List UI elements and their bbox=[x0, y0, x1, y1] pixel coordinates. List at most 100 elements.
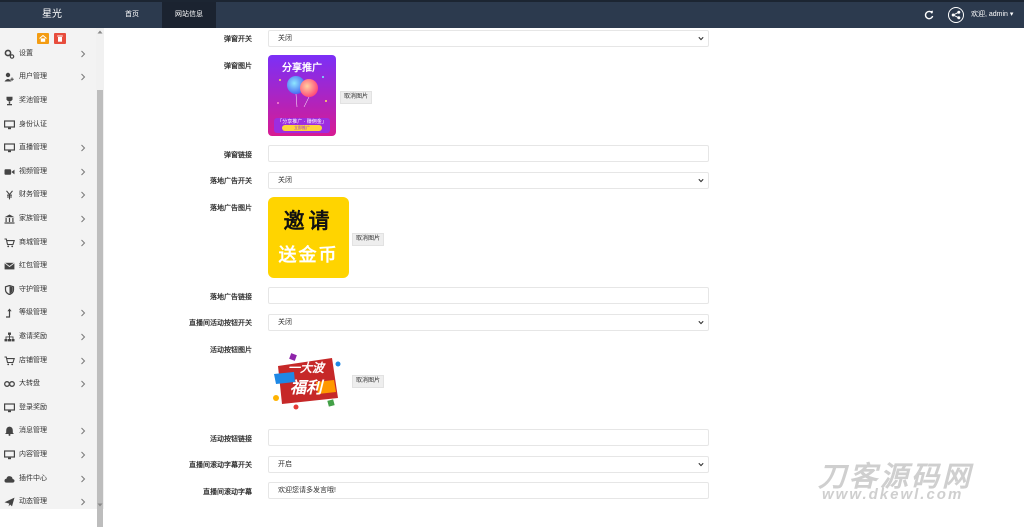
sidebar-item-moments[interactable]: 动态管理 bbox=[0, 490, 96, 509]
sidebar-item-guard[interactable]: 守护管理 bbox=[0, 278, 96, 302]
select-value: 关闭 bbox=[278, 177, 292, 184]
scroll-up-arrow-icon[interactable] bbox=[97, 29, 103, 35]
cart-icon bbox=[4, 356, 15, 365]
sidebar-item-red-envelope[interactable]: 红包管理 bbox=[0, 254, 96, 278]
activity-image-cancel-button[interactable]: 取消图片 bbox=[352, 375, 385, 388]
activity-switch-select[interactable]: 关闭 bbox=[268, 314, 709, 331]
sidebar-item-label: 大转盘 bbox=[19, 380, 40, 388]
scroll-down-arrow-icon[interactable] bbox=[97, 502, 103, 508]
landing-switch-label: 落地广告开关 bbox=[210, 178, 252, 185]
marquee-switch-select[interactable]: 开启 bbox=[268, 456, 709, 473]
sidebar-item-label: 登录奖励 bbox=[19, 403, 47, 411]
landing-switch-select[interactable]: 关闭 bbox=[268, 172, 709, 189]
input-value: 欢迎您请多发言哦! bbox=[278, 487, 336, 494]
sidebar-item-label: 插件中心 bbox=[19, 474, 47, 482]
activity-link-input[interactable] bbox=[268, 429, 709, 446]
tab-site-info[interactable]: 网站信息 bbox=[162, 2, 216, 28]
sidebar-item-label: 视频管理 bbox=[19, 167, 47, 175]
popup-image-button-text: 立即推广 bbox=[294, 125, 310, 130]
sidebar-item-settings[interactable]: 设置 bbox=[0, 42, 96, 66]
sidebar-item-live[interactable]: 直播管理 bbox=[0, 136, 96, 160]
chevron-right-icon bbox=[81, 428, 86, 435]
marquee-switch-label: 直播间滚动字幕开关 bbox=[189, 462, 252, 469]
chevron-down-icon bbox=[698, 462, 704, 467]
sidebar-item-messages[interactable]: 消息管理 bbox=[0, 420, 96, 444]
sidebar-item-label: 店铺管理 bbox=[19, 356, 47, 364]
brand-logo[interactable]: 星光 bbox=[0, 2, 104, 28]
chevron-right-icon bbox=[81, 357, 86, 364]
sidebar-item-invite[interactable]: 邀请奖励 bbox=[0, 325, 96, 349]
chevron-right-icon bbox=[81, 168, 86, 176]
sidebar-item-label: 守护管理 bbox=[19, 285, 47, 293]
cart-icon bbox=[4, 238, 15, 247]
activity-image-preview: 一大波 福利 bbox=[268, 352, 348, 412]
sidebar-item-family[interactable]: 家族管理 bbox=[0, 207, 96, 231]
cloud-icon bbox=[4, 475, 15, 483]
chevron-right-icon bbox=[81, 380, 86, 388]
popup-image-caption: 「分享推广 · 赚佣金」 bbox=[277, 119, 327, 125]
landing-image-preview: 邀请 送金币 bbox=[268, 197, 349, 278]
marquee-text-label: 直播间滚动字幕 bbox=[203, 489, 252, 496]
sidebar-item-shop[interactable]: 店铺管理 bbox=[0, 349, 96, 373]
bell-icon bbox=[5, 426, 14, 437]
popup-switch-label: 弹窗开关 bbox=[224, 36, 252, 43]
sidebar-item-label: 财务管理 bbox=[19, 191, 47, 199]
popup-image-cancel-button[interactable]: 取消图片 bbox=[340, 91, 373, 104]
activity-image-line2: 福利 bbox=[289, 380, 322, 397]
sidebar-item-plugins[interactable]: 插件中心 bbox=[0, 467, 96, 491]
sidebar-item-content[interactable]: 内容管理 bbox=[0, 443, 96, 467]
sidebar-item-login-reward[interactable]: 登录奖励 bbox=[0, 396, 96, 420]
sidebar-item-wheel[interactable]: 大转盘 bbox=[0, 372, 96, 396]
sidebar-item-mall[interactable]: 商城管理 bbox=[0, 231, 96, 255]
tab-home[interactable]: 首页 bbox=[112, 2, 152, 28]
landing-link-label: 落地广告链接 bbox=[210, 294, 252, 301]
chevron-right-icon bbox=[81, 144, 86, 152]
popup-link-input[interactable] bbox=[268, 145, 709, 162]
activity-image-label: 活动按钮图片 bbox=[210, 347, 252, 354]
trophy-icon bbox=[6, 96, 13, 106]
sidebar-scrollbar[interactable] bbox=[96, 28, 104, 527]
sidebar: 设置 用户管理 奖池管理 身份认证 直播管理 视频管理 财务管理 家族管理 商城… bbox=[0, 28, 96, 509]
sitemap-icon bbox=[4, 332, 15, 342]
sidebar-item-label: 商城管理 bbox=[19, 238, 47, 246]
user-icon bbox=[4, 73, 14, 82]
gear-icon bbox=[4, 49, 15, 59]
sidebar-item-users[interactable]: 用户管理 bbox=[0, 66, 96, 90]
welcome-user-menu[interactable]: 欢迎, admin ▾ bbox=[971, 2, 1013, 28]
marquee-text-input[interactable]: 欢迎您请多发言哦! bbox=[268, 482, 709, 499]
scrollbar-thumb[interactable] bbox=[97, 90, 103, 527]
sidebar-item-label: 动态管理 bbox=[19, 498, 47, 506]
popup-switch-select[interactable]: 关闭 bbox=[268, 30, 709, 47]
popup-image-title: 分享推广 bbox=[282, 63, 322, 74]
home-icon bbox=[39, 35, 47, 42]
sidebar-item-label: 红包管理 bbox=[19, 262, 47, 270]
popup-image-label: 弹窗图片 bbox=[224, 63, 252, 70]
sidebar-item-label: 等级管理 bbox=[19, 309, 47, 317]
landing-image-cancel-button[interactable]: 取消图片 bbox=[352, 233, 385, 246]
chevron-down-icon bbox=[698, 320, 704, 325]
chevron-down-icon bbox=[698, 178, 704, 183]
chevron-right-icon bbox=[81, 215, 86, 223]
monitor-icon bbox=[4, 143, 15, 153]
eye-mask-icon bbox=[4, 381, 15, 388]
sidebar-item-prize-pool[interactable]: 奖池管理 bbox=[0, 89, 96, 113]
popup-image-preview: 分享推广 「分享推广 · 赚佣金」 立即推广 bbox=[268, 55, 336, 136]
chevron-down-icon bbox=[698, 36, 704, 41]
chevron-right-icon bbox=[81, 475, 86, 482]
chevron-right-icon bbox=[81, 192, 86, 199]
chevron-right-icon bbox=[81, 498, 86, 506]
user-avatar[interactable] bbox=[948, 7, 964, 23]
sidebar-item-identity[interactable]: 身份认证 bbox=[0, 113, 96, 137]
landing-link-input[interactable] bbox=[268, 287, 709, 304]
sidebar-item-level[interactable]: 等级管理 bbox=[0, 302, 96, 326]
level-up-icon bbox=[6, 308, 12, 318]
sidebar-item-label: 消息管理 bbox=[19, 427, 47, 435]
select-value: 关闭 bbox=[278, 35, 292, 42]
sidebar-item-finance[interactable]: 财务管理 bbox=[0, 184, 96, 208]
refresh-icon[interactable] bbox=[924, 10, 934, 20]
sidebar-item-video[interactable]: 视频管理 bbox=[0, 160, 96, 184]
sidebar-item-label: 设置 bbox=[19, 49, 33, 57]
sidebar-item-label: 直播管理 bbox=[19, 144, 47, 152]
chevron-right-icon bbox=[81, 239, 86, 246]
select-value: 开启 bbox=[278, 461, 292, 468]
